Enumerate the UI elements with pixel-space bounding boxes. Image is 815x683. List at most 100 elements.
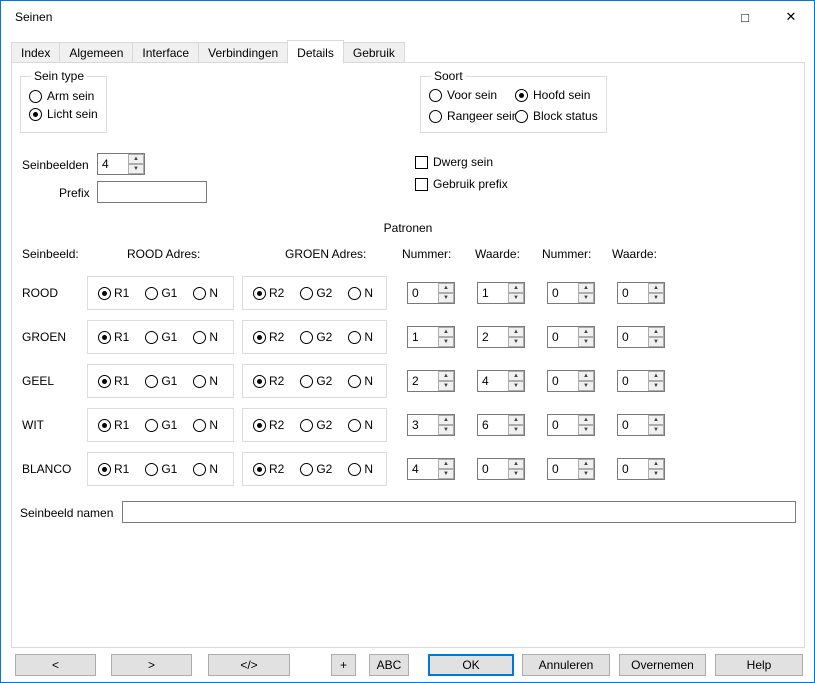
tab-index[interactable]: Index (11, 42, 60, 63)
prefix-input[interactable] (97, 181, 207, 203)
rood-radio-option[interactable]: G1 (145, 330, 177, 344)
waarde-1-input[interactable] (478, 415, 508, 435)
dwerg-sein-checkbox[interactable] (415, 156, 428, 169)
groen-radio-option[interactable]: N (348, 374, 373, 388)
groen-radio[interactable] (300, 375, 313, 388)
abc-button[interactable]: ABC (369, 654, 409, 676)
rood-radio-option[interactable]: N (193, 374, 218, 388)
groen-radio[interactable] (348, 287, 361, 300)
rood-radio-option[interactable]: G1 (145, 374, 177, 388)
spinner-down-button[interactable]: ▼ (578, 337, 594, 347)
groen-radio[interactable] (253, 419, 266, 432)
spinner-down-button[interactable]: ▼ (508, 381, 524, 391)
spinner-down-button[interactable]: ▼ (438, 469, 454, 479)
spinner-down-button[interactable]: ▼ (578, 469, 594, 479)
rood-radio[interactable] (98, 419, 111, 432)
nummer-2-input[interactable] (548, 283, 578, 303)
dwerg-sein-option[interactable]: Dwerg sein (415, 155, 493, 169)
nummer-2-input[interactable] (548, 327, 578, 347)
rood-radio-option[interactable]: R1 (98, 374, 129, 388)
hoofd-sein-radio[interactable] (515, 89, 528, 102)
groen-radio-option[interactable]: N (348, 462, 373, 476)
spinner-up-button[interactable]: ▲ (438, 283, 454, 293)
nummer-2-input[interactable] (548, 459, 578, 479)
spinner-down-button[interactable]: ▼ (648, 337, 664, 347)
rood-radio-option[interactable]: R1 (98, 418, 129, 432)
groen-radio[interactable] (253, 287, 266, 300)
rood-radio[interactable] (193, 463, 206, 476)
nummer-1-input[interactable] (408, 283, 438, 303)
rood-radio-option[interactable]: R1 (98, 462, 129, 476)
tab-details[interactable]: Details (287, 40, 344, 64)
spinner-down-button[interactable]: ▼ (578, 293, 594, 303)
groen-radio[interactable] (300, 419, 313, 432)
spinner-down-button[interactable]: ▼ (128, 164, 144, 174)
spinner-up-button[interactable]: ▲ (648, 415, 664, 425)
nummer-1-input[interactable] (408, 327, 438, 347)
spinner-down-button[interactable]: ▼ (438, 381, 454, 391)
spinner-up-button[interactable]: ▲ (578, 327, 594, 337)
rood-radio[interactable] (193, 375, 206, 388)
groen-radio-option[interactable]: R2 (253, 462, 284, 476)
spinner-up-button[interactable]: ▲ (578, 283, 594, 293)
overnemen-button[interactable]: Overnemen (619, 654, 706, 676)
spinner-down-button[interactable]: ▼ (648, 425, 664, 435)
rood-radio-option[interactable]: G1 (145, 418, 177, 432)
groen-radio[interactable] (348, 375, 361, 388)
groen-radio-option[interactable]: G2 (300, 330, 332, 344)
spinner-down-button[interactable]: ▼ (508, 293, 524, 303)
rood-radio-option[interactable]: N (193, 330, 218, 344)
seinbeelden-input[interactable] (98, 154, 128, 174)
hoofd-sein-option[interactable]: Hoofd sein (515, 88, 598, 102)
waarde-2-input[interactable] (618, 459, 648, 479)
groen-radio[interactable] (348, 331, 361, 344)
nummer-2-input[interactable] (548, 415, 578, 435)
tab-interface[interactable]: Interface (132, 42, 199, 63)
groen-radio-option[interactable]: R2 (253, 374, 284, 388)
rood-radio-option[interactable]: G1 (145, 462, 177, 476)
spinner-up-button[interactable]: ▲ (578, 459, 594, 469)
rood-radio[interactable] (193, 419, 206, 432)
ok-button[interactable]: OK (428, 654, 514, 676)
block-status-radio[interactable] (515, 110, 528, 123)
groen-radio[interactable] (300, 287, 313, 300)
spinner-up-button[interactable]: ▲ (438, 459, 454, 469)
help-button[interactable]: Help (715, 654, 803, 676)
spinner-down-button[interactable]: ▼ (508, 337, 524, 347)
licht-sein-option[interactable]: Licht sein (29, 107, 98, 121)
spinner-down-button[interactable]: ▼ (438, 337, 454, 347)
spinner-down-button[interactable]: ▼ (508, 469, 524, 479)
rood-radio[interactable] (98, 463, 111, 476)
spinner-up-button[interactable]: ▲ (648, 327, 664, 337)
waarde-1-input[interactable] (478, 459, 508, 479)
spinner-up-button[interactable]: ▲ (508, 283, 524, 293)
gebruik-prefix-option[interactable]: Gebruik prefix (415, 177, 508, 191)
spinner-up-button[interactable]: ▲ (438, 415, 454, 425)
spinner-down-button[interactable]: ▼ (438, 425, 454, 435)
voor-sein-radio[interactable] (429, 89, 442, 102)
rood-radio[interactable] (98, 375, 111, 388)
annuleren-button[interactable]: Annuleren (522, 654, 610, 676)
rood-radio[interactable] (193, 287, 206, 300)
spinner-up-button[interactable]: ▲ (508, 327, 524, 337)
arm-sein-radio[interactable] (29, 90, 42, 103)
code-button[interactable]: </> (208, 654, 290, 676)
spinner-up-button[interactable]: ▲ (438, 371, 454, 381)
block-status-option[interactable]: Block status (515, 109, 598, 123)
groen-radio-option[interactable]: R2 (253, 418, 284, 432)
waarde-2-input[interactable] (618, 415, 648, 435)
spinner-down-button[interactable]: ▼ (648, 293, 664, 303)
nummer-2-input[interactable] (548, 371, 578, 391)
groen-radio[interactable] (348, 463, 361, 476)
tab-gebruik[interactable]: Gebruik (343, 42, 405, 63)
rood-radio-option[interactable]: N (193, 418, 218, 432)
seinbeeld-namen-input[interactable] (122, 501, 796, 523)
prev-button[interactable]: < (15, 654, 96, 676)
groen-radio[interactable] (253, 463, 266, 476)
waarde-2-input[interactable] (618, 327, 648, 347)
groen-radio-option[interactable]: G2 (300, 286, 332, 300)
rangeer-sein-radio[interactable] (429, 110, 442, 123)
waarde-2-input[interactable] (618, 371, 648, 391)
arm-sein-option[interactable]: Arm sein (29, 89, 98, 103)
spinner-up-button[interactable]: ▲ (438, 327, 454, 337)
